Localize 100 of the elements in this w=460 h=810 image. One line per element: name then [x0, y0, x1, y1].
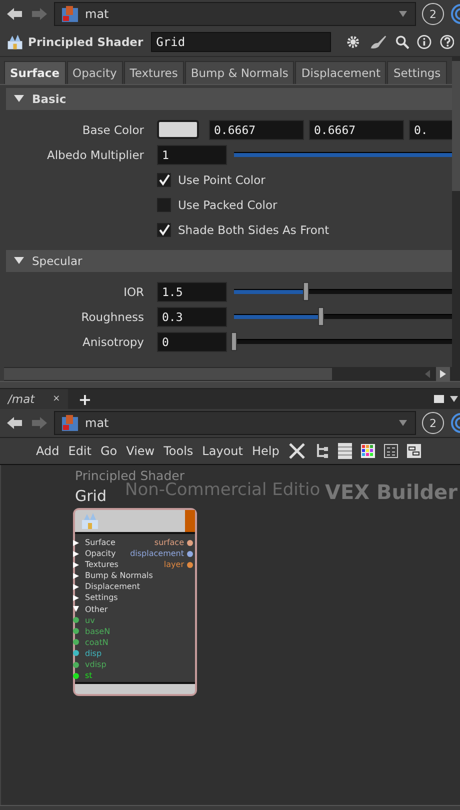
count-badge[interactable]: 2: [422, 3, 444, 25]
info-icon[interactable]: [417, 34, 432, 50]
input-port[interactable]: [73, 662, 79, 668]
value-field[interactable]: 0: [157, 332, 227, 352]
add-tab-button[interactable]: +: [78, 390, 92, 408]
input-label: uv: [85, 614, 95, 626]
search-icon[interactable]: [394, 34, 410, 50]
back-arrow-icon[interactable]: [6, 416, 24, 430]
castle-icon[interactable]: [6, 32, 24, 52]
output-port[interactable]: [187, 550, 193, 557]
input-label: disp: [85, 648, 102, 660]
scroll-right-icon[interactable]: [436, 367, 450, 381]
input-group-label: Displacement: [85, 581, 140, 592]
pane-tab-label: /mat: [8, 392, 35, 406]
menu-item[interactable]: Edit: [68, 444, 92, 458]
checkbox[interactable]: [157, 172, 171, 186]
pane-menu-icon[interactable]: [434, 393, 458, 405]
expand-triangle-icon[interactable]: [73, 584, 79, 590]
scrollbar-thumb[interactable]: [4, 368, 332, 380]
menu-item[interactable]: Go: [100, 444, 118, 458]
expand-triangle-icon[interactable]: [73, 572, 79, 579]
parameter-label: IOR: [122, 284, 145, 298]
dropdown-caret-icon[interactable]: [399, 420, 407, 426]
output-label: surface: [154, 537, 184, 548]
node-flag[interactable]: [185, 510, 195, 532]
back-arrow-icon[interactable]: [6, 7, 24, 21]
expand-triangle-icon[interactable]: [14, 257, 24, 265]
menu-item[interactable]: View: [126, 444, 155, 458]
value-field[interactable]: 0.: [409, 120, 452, 140]
node-name-label: Grid: [75, 487, 106, 505]
list-icon[interactable]: [338, 443, 352, 459]
scrollbar-thumb[interactable]: [452, 61, 460, 191]
section-header[interactable]: Basic: [6, 88, 452, 110]
value-field[interactable]: 1.5: [157, 282, 227, 302]
parameter-tab[interactable]: Displacement: [295, 61, 386, 84]
expand-triangle-icon[interactable]: [73, 562, 79, 568]
input-group-label: Surface: [85, 537, 116, 548]
cube-icon: [61, 414, 79, 432]
menu-item[interactable]: Layout: [202, 444, 243, 458]
color-swatch[interactable]: [157, 120, 199, 139]
input-group-label: Textures: [85, 559, 118, 570]
input-group-label: Other: [85, 604, 108, 615]
checkbox-label: Use Point Color: [178, 172, 266, 186]
path-field[interactable]: mat: [54, 2, 416, 26]
grid-layout-icon[interactable]: [384, 444, 398, 458]
path-label: mat: [85, 416, 110, 430]
value-field[interactable]: 0.3: [157, 306, 227, 326]
slider-handle[interactable]: [302, 282, 309, 301]
value-field[interactable]: 1: [157, 144, 227, 164]
node-type-label: Principled Shader: [75, 469, 184, 483]
network-box-icon[interactable]: [407, 444, 422, 458]
output-label: layer: [164, 559, 184, 570]
value-field[interactable]: 0.6667: [209, 120, 304, 140]
menu-item[interactable]: Tools: [164, 444, 194, 458]
expand-triangle-icon[interactable]: [73, 550, 79, 557]
section-header[interactable]: Specular: [6, 250, 452, 272]
edition-label: Non-Commercial Editio: [125, 481, 320, 500]
value-field[interactable]: 0.6667: [309, 120, 404, 140]
output-port[interactable]: [187, 562, 193, 568]
expand-triangle-icon[interactable]: [14, 95, 24, 103]
input-port[interactable]: [73, 628, 79, 634]
slider-handle[interactable]: [318, 307, 324, 326]
spiral-icon[interactable]: [450, 412, 460, 434]
parameter-tab[interactable]: Opacity: [66, 61, 123, 84]
parameter-tab[interactable]: Surface: [4, 61, 66, 84]
node-name-field[interactable]: Grid: [151, 32, 331, 52]
checkbox[interactable]: [157, 198, 171, 212]
parameter-label: Albedo Multiplier: [46, 148, 145, 162]
checkbox[interactable]: [157, 222, 171, 236]
expand-triangle-icon[interactable]: [73, 540, 79, 546]
close-button[interactable]: ×: [52, 394, 60, 404]
gear-icon[interactable]: [344, 33, 361, 51]
path-field[interactable]: mat: [54, 411, 416, 435]
expand-triangle-icon[interactable]: [73, 595, 79, 602]
parameter-tab[interactable]: Textures: [124, 61, 184, 84]
castle-icon: [79, 511, 101, 531]
node-type-label: Principled Shader: [28, 35, 144, 49]
dropdown-caret-icon[interactable]: [399, 11, 407, 17]
path-label: mat: [85, 7, 110, 21]
tree-icon[interactable]: [315, 443, 330, 459]
input-label: baseN: [85, 626, 110, 637]
brush-icon[interactable]: [368, 33, 387, 51]
shader-node[interactable]: Surface Opacity Textures Bump & Normals Displacement Settings Other uv baseN coatN disp vdisp st surface displacement layer: [73, 508, 197, 696]
count-badge[interactable]: 2: [422, 412, 444, 434]
output-port[interactable]: [187, 540, 193, 546]
parameter-tab[interactable]: Settings: [387, 61, 447, 84]
menu-item[interactable]: Add: [36, 444, 60, 458]
slider-handle[interactable]: [231, 332, 237, 351]
color-grid-icon[interactable]: [361, 444, 376, 458]
spiral-icon[interactable]: [450, 3, 460, 25]
parameter-label: Anisotropy: [81, 334, 145, 348]
menu-item[interactable]: Help: [252, 444, 280, 458]
parameter-tab[interactable]: Bump & Normals: [184, 61, 294, 84]
input-port[interactable]: [73, 617, 79, 624]
input-port[interactable]: [73, 672, 79, 679]
pane-tab[interactable]: /mat ×: [0, 389, 68, 409]
input-port[interactable]: [73, 639, 79, 646]
input-port[interactable]: [73, 650, 79, 656]
expand-triangle-icon[interactable]: [73, 606, 79, 612]
help-icon[interactable]: [440, 34, 454, 50]
